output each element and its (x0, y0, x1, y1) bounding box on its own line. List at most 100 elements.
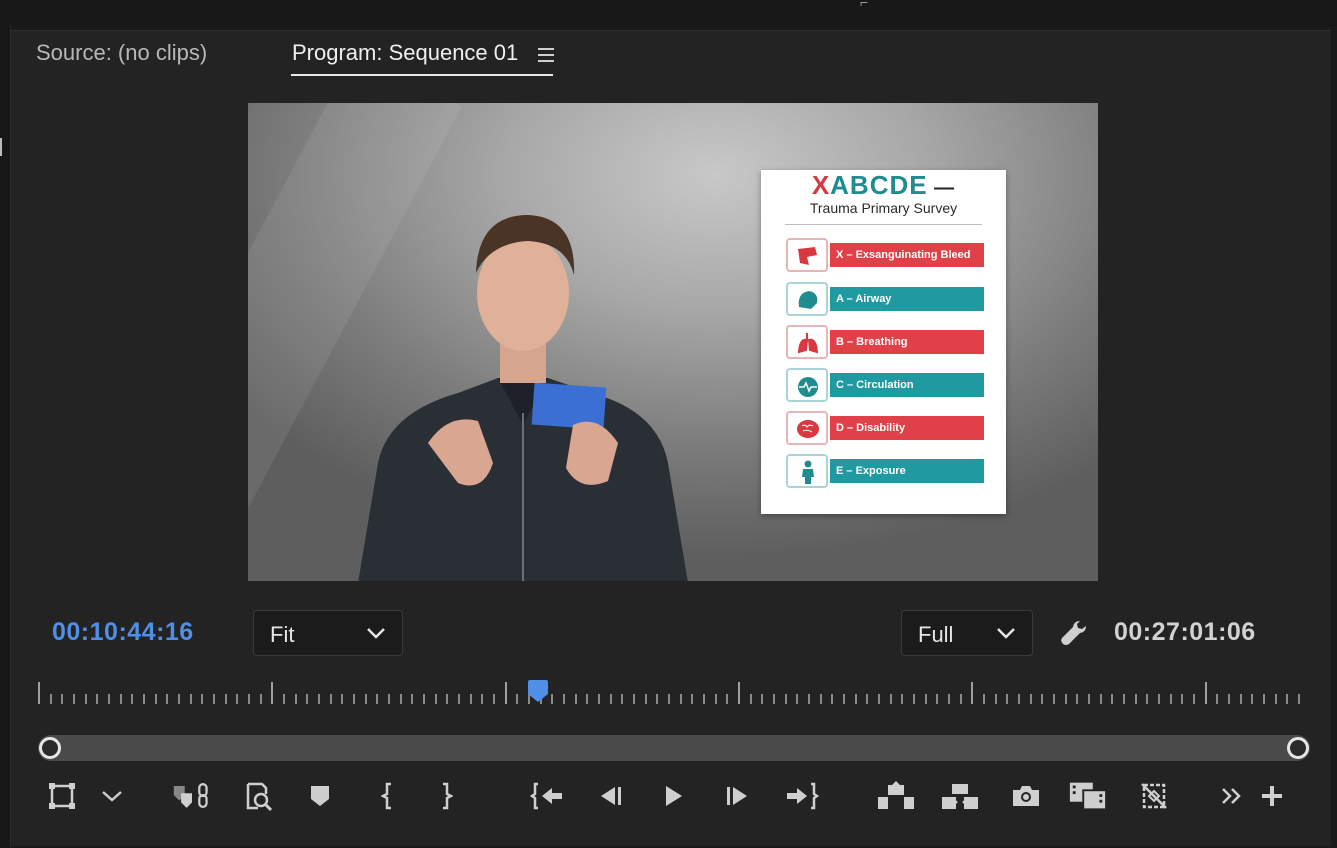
ruler-tick (1251, 694, 1253, 704)
ruler-tick (738, 682, 740, 704)
ruler-tick (1263, 694, 1265, 704)
safe-margins-button[interactable] (42, 778, 82, 814)
ruler-tick (155, 694, 157, 704)
ruler-tick (1216, 694, 1218, 704)
ruler-tick (50, 694, 52, 704)
find-button[interactable] (238, 778, 278, 814)
time-ruler[interactable] (38, 680, 1300, 710)
go-to-in-button[interactable] (527, 778, 567, 814)
ruler-tick (820, 694, 822, 704)
ruler-tick (936, 694, 938, 704)
step-forward-button[interactable] (717, 778, 757, 814)
ruler-tick (948, 694, 950, 704)
ruler-tick (890, 694, 892, 704)
go-to-out-button[interactable] (782, 778, 822, 814)
comparison-view-button[interactable] (1068, 778, 1108, 814)
step-back-button[interactable] (591, 778, 631, 814)
presenter-figure (358, 215, 688, 581)
ruler-tick (796, 694, 798, 704)
poster-row-label: A – Airway (830, 287, 984, 311)
step-forward-icon (727, 787, 747, 805)
mark-in-button[interactable] (368, 778, 408, 814)
resolution-value: Full (918, 622, 954, 647)
ruler-tick (1240, 694, 1242, 704)
xabcde-poster: XABCDE — Trauma Primary Survey X – Exsan… (761, 170, 1006, 514)
ruler-tick (1123, 694, 1125, 704)
button-editor-button[interactable] (1252, 778, 1292, 814)
program-video-frame[interactable]: XABCDE — Trauma Primary Survey X – Exsan… (248, 103, 1098, 581)
ruler-tick (586, 694, 588, 704)
ruler-tick (1193, 694, 1195, 704)
ruler-tick (1135, 694, 1137, 704)
ruler-tick (1205, 682, 1207, 704)
playhead-indicator[interactable] (527, 680, 549, 702)
zoom-start-handle[interactable] (39, 737, 61, 759)
play-icon (666, 786, 682, 806)
lift-button[interactable] (876, 778, 916, 814)
body-icon (786, 454, 828, 488)
panel-menu-icon[interactable] (538, 48, 554, 62)
mark-in-icon (381, 782, 391, 810)
marker-link-button[interactable] (172, 778, 212, 814)
ruler-tick (703, 694, 705, 704)
safe-margins-icon (49, 783, 75, 809)
ruler-tick (551, 694, 553, 704)
ruler-tick (1088, 694, 1090, 704)
ruler-tick (1181, 694, 1183, 704)
settings-dropdown-button[interactable] (92, 778, 132, 814)
ruler-tick (715, 694, 717, 704)
find-icon (246, 782, 273, 812)
tab-source[interactable]: Source: (no clips) (36, 40, 207, 66)
ruler-tick (983, 694, 985, 704)
export-frame-button[interactable] (1006, 778, 1046, 814)
extract-button[interactable] (940, 778, 980, 814)
ruler-tick (598, 694, 600, 704)
ruler-tick (341, 694, 343, 704)
ruler-tick (120, 694, 122, 704)
poster-row-x: X – Exsanguinating Bleed (786, 238, 984, 272)
ruler-tick (691, 694, 693, 704)
ruler-tick (995, 694, 997, 704)
more-button[interactable] (1212, 778, 1252, 814)
poster-title-abcde: ABCDE (830, 170, 928, 200)
proxy-toggle-button[interactable] (1134, 778, 1174, 814)
ruler-tick (330, 694, 332, 704)
current-timecode[interactable]: 00:10:44:16 (52, 618, 194, 647)
ruler-tick (435, 694, 437, 704)
double-chevron-icon (1222, 788, 1241, 804)
ruler-tick (38, 682, 40, 704)
ruler-tick (143, 694, 145, 704)
ruler-tick (96, 694, 98, 704)
ruler-tick (971, 682, 973, 704)
ruler-tick (1298, 694, 1300, 704)
ruler-tick (178, 694, 180, 704)
ruler-tick (656, 694, 658, 704)
poster-row-b: B – Breathing (786, 325, 984, 359)
ruler-tick (446, 694, 448, 704)
zoom-end-handle[interactable] (1287, 737, 1309, 759)
bleed-icon (786, 238, 828, 272)
play-button[interactable] (653, 778, 693, 814)
ruler-tick (131, 694, 133, 704)
zoom-level-value: Fit (270, 622, 295, 647)
zoom-level-select[interactable]: Fit (253, 610, 403, 656)
mark-out-button[interactable] (426, 778, 466, 814)
title-fragment: ⌐ (860, 0, 869, 10)
sequence-duration: 00:27:01:06 (1114, 618, 1256, 646)
ruler-tick (388, 694, 390, 704)
ruler-tick (85, 694, 87, 704)
poster-title: XABCDE — (761, 170, 1006, 201)
ruler-tick (1076, 694, 1078, 704)
playback-resolution-select[interactable]: Full (901, 610, 1033, 656)
ruler-tick (458, 694, 460, 704)
ruler-tick (761, 694, 763, 704)
add-marker-button[interactable] (300, 778, 340, 814)
heart-icon (786, 368, 828, 402)
comparison-icon (1069, 782, 1108, 811)
wrench-icon[interactable] (1058, 617, 1090, 649)
zoom-scroll-bar[interactable] (38, 735, 1310, 761)
ruler-tick (633, 694, 635, 704)
ruler-tick (376, 694, 378, 704)
chevron-down-icon (367, 628, 385, 639)
tab-program[interactable]: Program: Sequence 01 (292, 40, 518, 66)
